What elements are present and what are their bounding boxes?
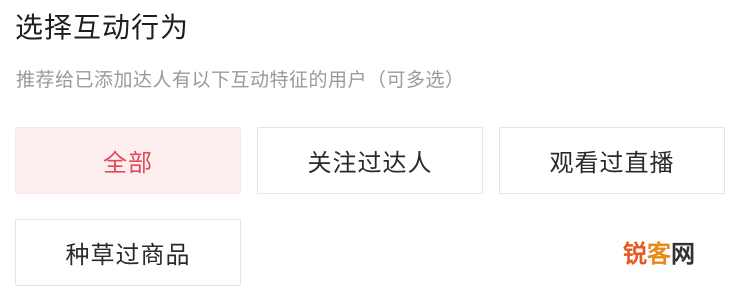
watermark-part-1: 锐 — [623, 240, 647, 268]
watermark-part-2: 客 — [647, 240, 671, 268]
option-watched-live-button[interactable]: 观看过直播 — [499, 127, 725, 194]
option-seeded-product-button[interactable]: 种草过商品 — [15, 219, 241, 286]
page-title: 选择互动行为 — [15, 11, 190, 44]
page-subtitle: 推荐给已添加达人有以下互动特征的用户（可多选） — [16, 69, 465, 91]
option-followed-creator-button[interactable]: 关注过达人 — [257, 127, 483, 194]
watermark-logo: 锐客网 — [623, 238, 695, 270]
watermark-part-3: 网 — [671, 240, 695, 268]
option-all-button[interactable]: 全部 — [15, 127, 241, 194]
